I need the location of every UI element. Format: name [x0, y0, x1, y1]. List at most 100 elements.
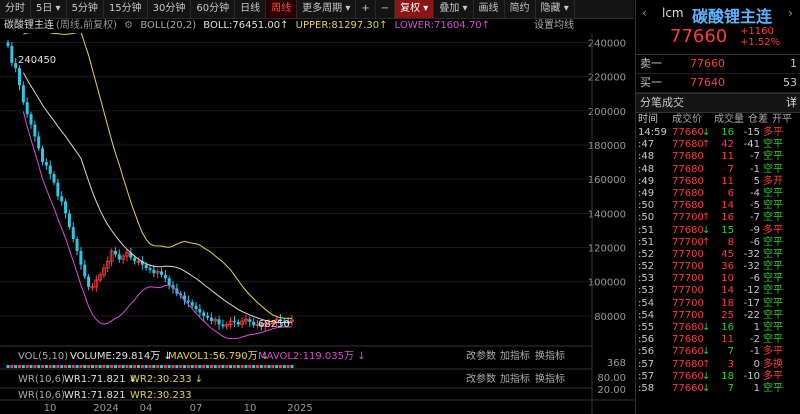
toolbar-button[interactable]: 日线: [235, 0, 267, 18]
tick-price: 77660: [672, 370, 704, 382]
tick-volume: 42: [721, 139, 734, 151]
volume-bar: [271, 365, 275, 368]
toolbar-button[interactable]: 5日 ▾: [31, 0, 67, 18]
ticks-detail-button[interactable]: 详: [786, 94, 797, 112]
volume-bar: [18, 365, 22, 368]
tick-price: 77680: [672, 224, 704, 236]
volume-bar: [121, 365, 125, 368]
tick-row: :51 77680 ↓ 15 -9 多平: [636, 225, 800, 237]
ticks-header: 分笔成交 详: [636, 93, 800, 113]
kline-chart[interactable]: 240000 220000 200000 180000 160000 140000 1200…: [0, 33, 634, 414]
tick-type: 空平: [763, 200, 783, 212]
settings-ma-button[interactable]: 设置均线: [534, 19, 574, 33]
tick-row: :53 77700 14 -12 空平: [636, 285, 800, 297]
tick-oi-change: -17: [743, 297, 760, 309]
toolbar-button[interactable]: 5分钟: [67, 0, 104, 18]
tick-oi-change: -22: [743, 309, 760, 321]
candle-body: [252, 321, 256, 326]
volume-bar: [33, 365, 37, 368]
toolbar-button[interactable]: 画线: [474, 0, 505, 18]
mavol1-value: MAVOL1:56.790万 ↓: [168, 351, 269, 362]
tick-oi-change: -15: [743, 127, 760, 138]
back-arrow-icon[interactable]: ‹: [642, 6, 647, 20]
tick-type: 多平: [763, 370, 783, 382]
volume-bar: [229, 365, 233, 368]
tick-oi-change: 1: [753, 382, 760, 394]
y-tick-label: 200000: [588, 107, 626, 118]
tick-type: 空平: [763, 382, 783, 394]
tick-oi-change: -1: [750, 346, 760, 358]
boll-label: BOLL(20,2): [140, 20, 197, 31]
candle-body: [167, 278, 171, 286]
volume-bar: [232, 365, 236, 368]
tick-oi-change: -5: [750, 200, 760, 212]
candle-body: [60, 196, 64, 202]
candle-body: [41, 148, 45, 163]
candle-body: [44, 162, 48, 166]
toolbar-button[interactable]: 30分钟: [148, 0, 192, 18]
toolbar-button[interactable]: 分时: [0, 0, 31, 18]
toolbar-button[interactable]: −: [376, 0, 396, 18]
tick-type: 多平: [763, 346, 783, 358]
tick-oi-change: -32: [743, 248, 760, 260]
candle-body: [83, 264, 87, 277]
tick-volume: 36: [721, 261, 734, 273]
toolbar-button[interactable]: 周线: [266, 0, 298, 18]
volume-bar: [252, 365, 256, 368]
volume-bar: [102, 365, 106, 368]
toolbar-button[interactable]: +: [356, 0, 376, 18]
settings-icon[interactable]: ⚙: [124, 20, 133, 31]
volume-bar: [98, 365, 102, 368]
tick-time: :51: [638, 224, 655, 236]
toolbar-button[interactable]: 隐藏 ▾: [536, 0, 575, 18]
tick-type: 空平: [763, 309, 783, 321]
volume-bar: [52, 365, 56, 368]
vol-scale: 368: [607, 358, 626, 369]
tick-row: :51 77700 ↑ 8 -6 空平: [636, 237, 800, 249]
tick-oi-change: -2: [750, 334, 760, 346]
toolbar-button[interactable]: 更多周期 ▾: [297, 0, 357, 18]
period-note: (周线,前复权): [56, 20, 117, 31]
toolbar-button[interactable]: 15分钟: [104, 0, 148, 18]
tick-type: 空平: [763, 212, 783, 224]
tick-time: :49: [638, 187, 655, 199]
toolbar-button[interactable]: 叠加 ▾: [434, 0, 474, 18]
candle-body: [52, 174, 56, 183]
tick-row: :58 77660 ↓ 7 1 空平: [636, 383, 800, 395]
volume-bar: [206, 365, 210, 368]
volume-bar: [29, 365, 33, 368]
wr-scale-high: 80.00: [597, 373, 626, 384]
price-change: +1160: [740, 26, 774, 37]
tick-price: 77680: [672, 163, 704, 175]
volume-bar: [106, 365, 110, 368]
volume-bar: [202, 365, 206, 368]
tick-row: :52 77700 45 -32 空平: [636, 249, 800, 261]
close-icon[interactable]: ›: [788, 6, 793, 20]
volume-bar: [129, 365, 133, 368]
wr2-value-2: WR2:30.233: [130, 390, 192, 401]
tick-price: 77660: [672, 346, 704, 358]
quote-header: ‹ lcm 碳酸锂主连 › 77660 +1160 +1.52%: [636, 0, 800, 55]
tick-price: 77680: [672, 187, 704, 199]
tick-price: 77700: [672, 236, 704, 248]
y-tick-label: 180000: [588, 141, 626, 152]
toolbar-button[interactable]: 复权 ▾: [395, 0, 435, 18]
ask-price: 77660: [690, 57, 725, 70]
toolbar-button[interactable]: 简约: [505, 0, 536, 18]
tick-time: 14:59: [638, 127, 667, 138]
volume-bar: [236, 365, 240, 368]
volume-bar: [221, 365, 225, 368]
volume-bar: [113, 365, 117, 368]
volume-bar: [152, 365, 156, 368]
toolbar-button[interactable]: 60分钟: [191, 0, 236, 18]
candle-body: [160, 271, 164, 275]
price-change-pct: +1.52%: [740, 37, 781, 48]
volume-bar: [87, 365, 91, 368]
period-toolbar: 分时 5日 ▾ 5分钟 15分钟 30分钟 60分钟 日线 周线 更多周期 ▾ + − 复权 ▾ 叠加 …: [0, 0, 634, 19]
volume-bar: [290, 365, 294, 368]
candle-body: [144, 264, 148, 269]
tick-type: 空平: [763, 163, 783, 175]
tick-volume: 7: [727, 163, 734, 175]
y-tick-label: 140000: [588, 209, 626, 220]
tick-oi-change: 1: [753, 322, 760, 333]
